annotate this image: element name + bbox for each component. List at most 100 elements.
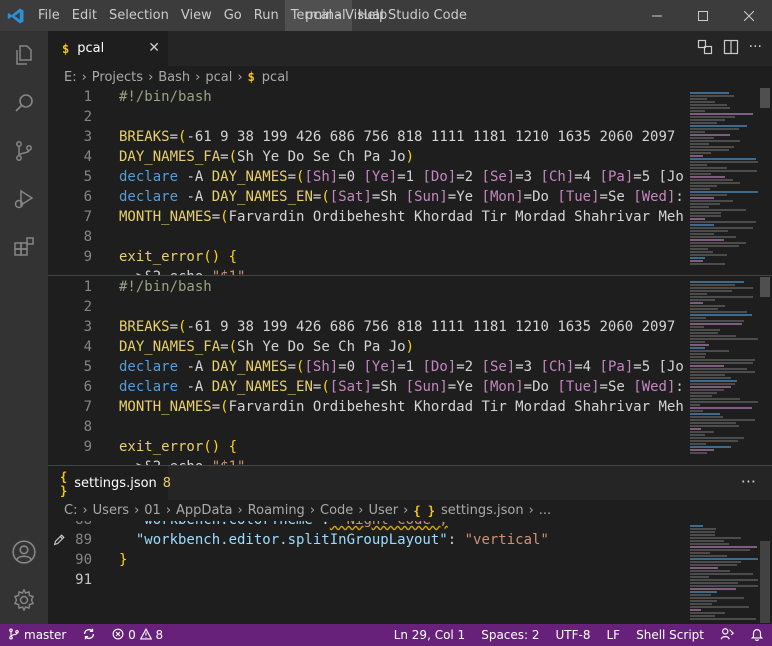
breadcrumb-item[interactable]: Projects (92, 70, 143, 85)
menu-go[interactable]: Go (218, 0, 248, 31)
code-line[interactable]: 1 #!/bin/bash (48, 88, 684, 107)
tab-label: settings.json (74, 476, 157, 491)
code-line[interactable]: 6 declare -A DAY_NAMES_EN=([Sat]=Sh [Sun]… (48, 377, 684, 397)
code-line[interactable]: 8 (48, 227, 684, 247)
cursor-position[interactable]: Ln 29, Col 1 (386, 624, 474, 646)
minimap-top[interactable] (684, 88, 758, 275)
more-actions-icon[interactable]: ··· (749, 39, 762, 59)
scrollbar-bottom[interactable] (758, 277, 772, 465)
minimap-line (690, 549, 751, 551)
end-of-line[interactable]: LF (599, 624, 629, 646)
minimap-line (690, 326, 704, 328)
menu-view[interactable]: View (175, 0, 218, 31)
chevron-right-icon: › (195, 69, 201, 85)
code-line[interactable]: 4 DAY_NAMES_FA=(Sh Ye Do Se Ch Pa Jo) (48, 337, 684, 357)
code-editor-top[interactable]: 1 #!/bin/bash 2 3 BREAKS=(-61 9 38 199 426 6… (48, 88, 684, 275)
extensions-icon[interactable] (0, 223, 48, 271)
code-line[interactable]: 91 (48, 570, 684, 590)
code-line[interactable]: >&2 echo "$1" (48, 457, 684, 465)
minimap-line (690, 386, 731, 388)
code-line[interactable]: 5 declare -A DAY_NAMES=([Sh]=0 [Ye]=1 [Do… (48, 167, 684, 187)
code-line[interactable]: 2 (48, 107, 684, 127)
split-editor-icon[interactable] (723, 39, 739, 59)
code-line[interactable]: >&2 echo "$1" (48, 267, 684, 275)
breadcrumb-item[interactable]: settings.json (441, 503, 524, 518)
breadcrumb-item[interactable]: Bash (158, 70, 190, 85)
tab-pcal[interactable]: $ pcal ✕ (48, 31, 168, 66)
minimize-icon[interactable] (634, 0, 680, 31)
search-icon[interactable] (0, 79, 48, 127)
minimap-bottom[interactable] (684, 277, 758, 465)
sync-icon[interactable] (74, 624, 104, 646)
code-line[interactable]: 1 #!/bin/bash (48, 277, 684, 297)
breadcrumb-item[interactable]: Roaming (248, 503, 305, 518)
breadcrumb-item[interactable]: ... (539, 503, 551, 518)
account-icon[interactable] (0, 528, 48, 576)
indentation[interactable]: Spaces: 2 (473, 624, 547, 646)
menu-help[interactable]: Help (352, 0, 394, 31)
scrollbar-top[interactable] (758, 88, 772, 275)
code-text: DAY_NAMES_FA=(Sh Ye Do Se Ch Pa Jo) (119, 149, 415, 165)
minimap-line (690, 179, 734, 181)
branch-indicator[interactable]: master (0, 624, 74, 646)
source-control-icon[interactable] (0, 127, 48, 175)
code-line[interactable]: 3 BREAKS=(-61 9 38 199 426 686 756 818 11… (48, 127, 684, 147)
close-tab-icon[interactable]: ✕ (148, 40, 160, 56)
breadcrumb-item[interactable]: 01 (144, 503, 161, 518)
settings-json-editor[interactable]: 88 "workbench.colorTheme": "Night Code",… (48, 521, 684, 624)
code-line[interactable]: 7 MONTH_NAMES=(Farvardin Ordibehesht Khor… (48, 207, 684, 227)
close-window-icon[interactable] (726, 0, 772, 31)
breadcrumb-item[interactable]: Users (93, 503, 129, 518)
code-line[interactable]: 5 declare -A DAY_NAMES=([Sh]=0 [Ye]=1 [Do… (48, 357, 684, 377)
maximize-icon[interactable] (680, 0, 726, 31)
menu-run[interactable]: Run (248, 0, 285, 31)
minimap-line (690, 350, 730, 352)
minimap-line (690, 212, 722, 214)
breadcrumb-item[interactable]: pcal (205, 70, 232, 85)
code-line[interactable]: 7 MONTH_NAMES=(Farvardin Ordibehesht Khor… (48, 397, 684, 417)
notifications-icon[interactable] (742, 624, 772, 646)
breadcrumb-item[interactable]: E: (64, 70, 77, 85)
code-line[interactable]: 88 "workbench.colorTheme": "Night Code", (48, 521, 684, 530)
more-actions-icon[interactable]: ··· (741, 472, 756, 491)
split-divider[interactable] (48, 275, 772, 276)
code-line[interactable]: 2 (48, 297, 684, 317)
menu-selection[interactable]: Selection (103, 0, 175, 31)
settings-gear-icon[interactable] (0, 576, 48, 624)
language-mode[interactable]: Shell Script (628, 624, 712, 646)
minimap-line (690, 311, 748, 313)
breadcrumb-item[interactable]: Code (320, 503, 353, 518)
run-debug-icon[interactable] (0, 175, 48, 223)
scrollbar-settings[interactable] (758, 521, 772, 624)
edit-pencil-icon[interactable] (52, 533, 66, 551)
breadcrumb-item[interactable]: C: (64, 503, 77, 518)
menu-edit[interactable]: Edit (66, 0, 103, 31)
problems-indicator[interactable]: 0 8 (104, 624, 171, 646)
code-line[interactable]: 3 BREAKS=(-61 9 38 199 426 686 756 818 11… (48, 317, 684, 337)
code-line[interactable]: 4 DAY_NAMES_FA=(Sh Ye Do Se Ch Pa Jo) (48, 147, 684, 167)
tab-settings-json[interactable]: { } settings.json 8 (48, 466, 171, 501)
encoding[interactable]: UTF-8 (548, 624, 599, 646)
minimap-settings[interactable] (684, 521, 758, 624)
code-line[interactable]: 89 "workbench.editor.splitInGroupLayout"… (48, 530, 684, 550)
code-line[interactable]: 9 exit_error() { (48, 437, 684, 457)
breadcrumb-item[interactable]: pcal (262, 70, 289, 85)
chevron-right-icon: › (237, 69, 243, 85)
menu-terminal[interactable]: Terminal (284, 0, 352, 31)
json-file-icon: { } (60, 469, 68, 498)
open-changes-icon[interactable] (697, 39, 713, 59)
code-line[interactable]: 8 (48, 417, 684, 437)
breadcrumb-item[interactable]: AppData (176, 503, 232, 518)
explorer-icon[interactable] (0, 31, 48, 79)
minimap-line (690, 251, 714, 253)
breadcrumb-item[interactable]: User (369, 503, 399, 518)
feedback-icon[interactable] (712, 624, 742, 646)
minimap-line (690, 362, 754, 364)
code-line[interactable]: 6 declare -A DAY_NAMES_EN=([Sat]=Sh [Sun]… (48, 187, 684, 207)
minimap-line (690, 320, 745, 322)
code-line[interactable]: 90} (48, 550, 684, 570)
code-editor-bottom[interactable]: 1 #!/bin/bash 2 3 BREAKS=(-61 9 38 199 426 6… (48, 277, 684, 465)
menu-file[interactable]: File (32, 0, 66, 31)
code-line[interactable]: 9 exit_error() { (48, 247, 684, 267)
minimap-line (690, 314, 753, 316)
